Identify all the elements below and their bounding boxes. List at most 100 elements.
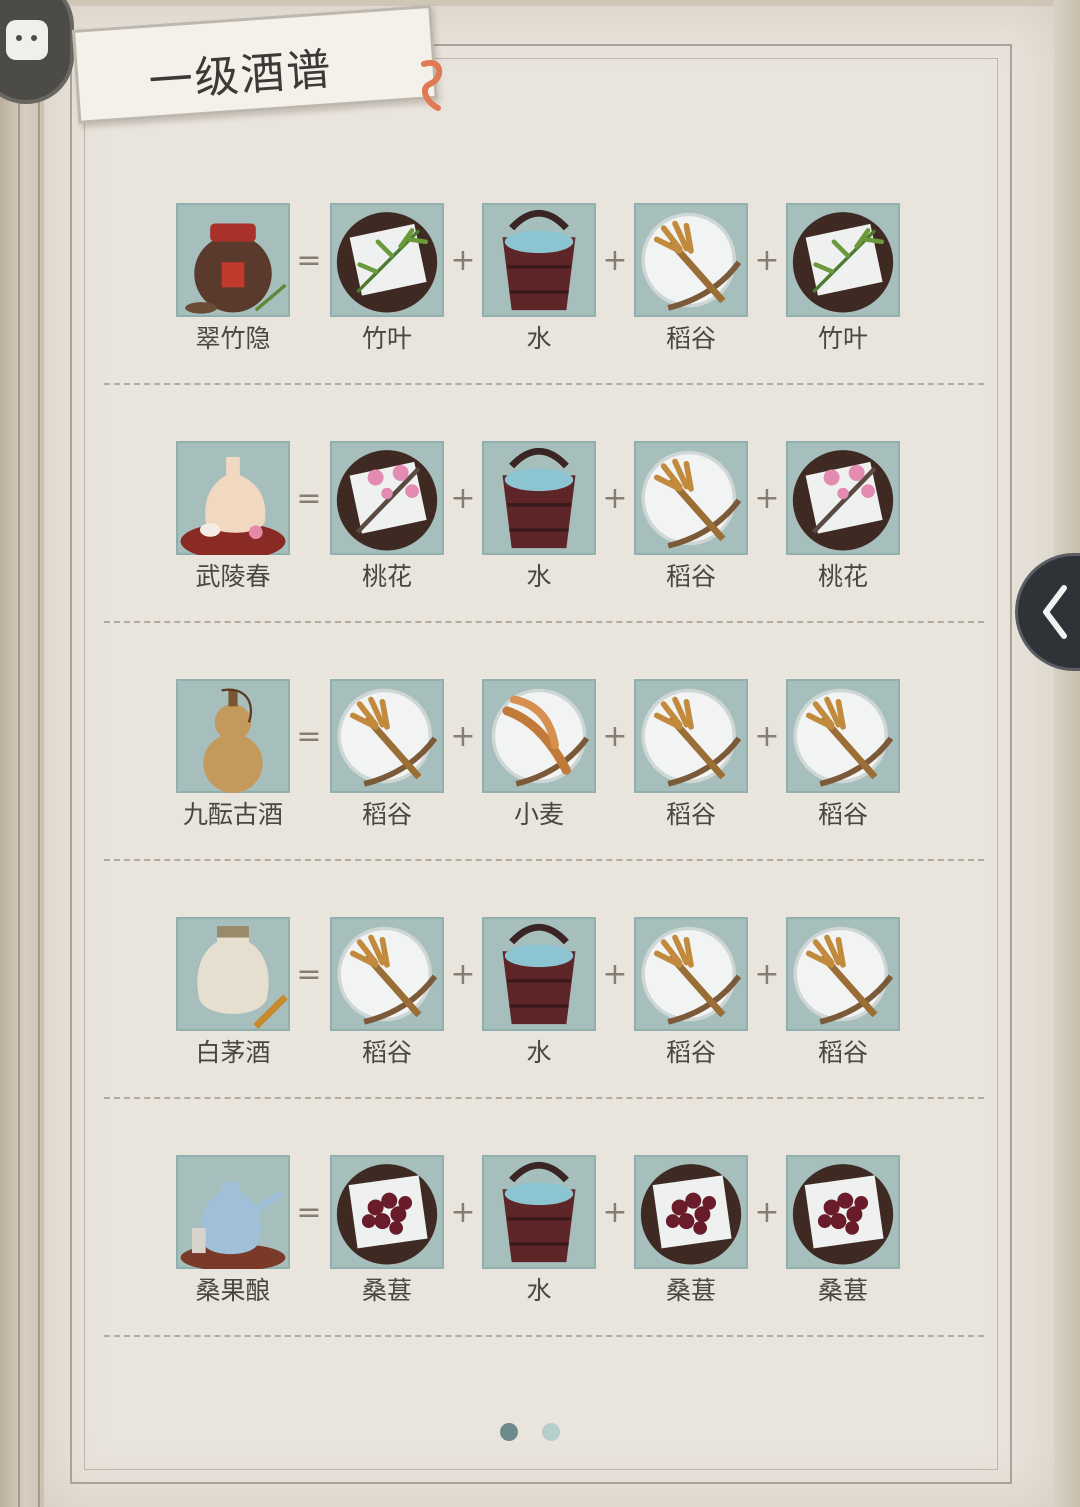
porcelain-wine-bottle-icon xyxy=(180,456,286,560)
wine-jar-icon xyxy=(185,223,287,314)
recipe-row: 九酝古酒 = 稻谷 + 小麦 + 稻谷 + 稻谷 xyxy=(0,679,1080,839)
plus-sign: + xyxy=(754,719,780,754)
ingredient-name: 稻谷 xyxy=(817,1038,868,1067)
ingredient-name: 水 xyxy=(526,1038,552,1067)
rice-grain-icon xyxy=(337,926,438,1025)
water-bucket-icon xyxy=(502,448,576,549)
recipe-result-tile[interactable] xyxy=(176,1155,290,1272)
recipe-result-tile[interactable] xyxy=(176,203,290,317)
plus-sign: + xyxy=(602,481,628,516)
plus-sign: + xyxy=(450,957,476,992)
ingredient-name: 稻谷 xyxy=(665,800,716,829)
plus-sign: + xyxy=(602,243,628,278)
ingredient-tile[interactable] xyxy=(330,1155,444,1269)
equals-sign: = xyxy=(296,243,322,278)
equals-sign: = xyxy=(296,481,322,516)
ingredient-name: 竹叶 xyxy=(361,324,412,353)
white-wine-jar-icon xyxy=(197,926,288,1029)
plus-sign: + xyxy=(602,1195,628,1230)
recipe-result-tile[interactable] xyxy=(176,679,290,793)
ribbon-bookmark-icon xyxy=(421,59,442,111)
plus-sign: + xyxy=(450,481,476,516)
ingredient-tile[interactable] xyxy=(482,441,596,555)
ingredient-tile[interactable] xyxy=(330,917,444,1031)
ingredient-name: 竹叶 xyxy=(817,324,868,353)
plus-sign: + xyxy=(754,957,780,992)
recipe-row: 白茅酒 = 稻谷 + 水 + 稻谷 + 稻谷 xyxy=(0,917,1080,1077)
ingredient-name: 水 xyxy=(526,1276,552,1305)
peach-blossom-icon xyxy=(336,450,438,551)
mulberry-icon xyxy=(336,1164,438,1265)
page-dot[interactable] xyxy=(542,1423,560,1441)
rice-grain-icon xyxy=(641,926,742,1025)
recipe-row: 桑果酿 = 桑葚 + 水 + 桑葚 + 桑葚 xyxy=(0,1155,1080,1315)
ingredient-tile[interactable] xyxy=(634,917,748,1031)
ingredient-tile[interactable] xyxy=(786,203,900,317)
ingredient-name: 桑葚 xyxy=(817,1276,868,1305)
plus-sign: + xyxy=(450,1195,476,1230)
blue-porcelain-teapot-icon xyxy=(180,1182,286,1272)
recipe-name: 白茅酒 xyxy=(195,1038,271,1067)
plus-sign: + xyxy=(602,957,628,992)
ingredient-name: 桃花 xyxy=(361,562,412,591)
ingredient-tile[interactable] xyxy=(482,679,596,793)
ingredient-name: 桑葚 xyxy=(665,1276,716,1305)
rice-grain-icon xyxy=(641,688,742,787)
bamboo-leaf-icon xyxy=(792,212,894,313)
ingredient-name: 稻谷 xyxy=(361,1038,412,1067)
ingredient-tile[interactable] xyxy=(634,441,748,555)
equals-sign: = xyxy=(296,1195,322,1230)
rice-grain-icon xyxy=(641,212,742,311)
ingredient-tile[interactable] xyxy=(634,679,748,793)
gourd-flask-icon xyxy=(203,688,263,793)
row-divider xyxy=(104,859,984,861)
ingredient-name: 稻谷 xyxy=(665,324,716,353)
ingredient-name: 水 xyxy=(526,562,552,591)
ingredient-tile[interactable] xyxy=(786,679,900,793)
plus-sign: + xyxy=(450,243,476,278)
water-bucket-icon xyxy=(502,210,576,311)
ingredient-name: 小麦 xyxy=(513,800,564,829)
row-divider xyxy=(104,383,984,385)
water-bucket-icon xyxy=(502,1162,576,1263)
water-bucket-icon xyxy=(502,924,576,1025)
plus-sign: + xyxy=(754,1195,780,1230)
ingredient-tile[interactable] xyxy=(330,679,444,793)
ingredient-tile[interactable] xyxy=(482,203,596,317)
ingredient-name: 稻谷 xyxy=(665,1038,716,1067)
recipe-name: 桑果酿 xyxy=(195,1276,271,1305)
mulberry-icon xyxy=(792,1164,894,1265)
plus-sign: + xyxy=(602,719,628,754)
row-divider xyxy=(104,621,984,623)
mulberry-icon xyxy=(640,1164,742,1265)
ingredient-tile[interactable] xyxy=(786,1155,900,1269)
ingredient-tile[interactable] xyxy=(786,917,900,1031)
ghost-face-icon xyxy=(6,20,48,60)
plus-sign: + xyxy=(450,719,476,754)
ingredient-tile[interactable] xyxy=(330,203,444,317)
ingredient-tile[interactable] xyxy=(634,1155,748,1269)
recipe-result-tile[interactable] xyxy=(176,917,290,1031)
ingredient-tile[interactable] xyxy=(482,917,596,1031)
rice-grain-icon xyxy=(793,688,894,787)
row-divider xyxy=(104,1097,984,1099)
bamboo-leaf-icon xyxy=(336,212,438,313)
ingredient-tile[interactable] xyxy=(634,203,748,317)
ingredient-name: 稻谷 xyxy=(817,800,868,829)
equals-sign: = xyxy=(296,957,322,992)
recipe-name: 九酝古酒 xyxy=(182,800,283,829)
page-dot[interactable] xyxy=(500,1423,518,1441)
recipe-name: 翠竹隐 xyxy=(195,324,271,353)
rice-grain-icon xyxy=(641,450,742,549)
ingredient-name: 桑葚 xyxy=(361,1276,412,1305)
rice-grain-icon xyxy=(337,688,438,787)
ingredient-tile[interactable] xyxy=(330,441,444,555)
ingredient-name: 稻谷 xyxy=(665,562,716,591)
ingredient-name: 桃花 xyxy=(817,562,868,591)
wheat-icon xyxy=(491,688,590,787)
ingredient-tile[interactable] xyxy=(786,441,900,555)
plus-sign: + xyxy=(754,243,780,278)
recipe-result-tile[interactable] xyxy=(176,441,290,560)
row-divider xyxy=(104,1335,984,1337)
ingredient-tile[interactable] xyxy=(482,1155,596,1269)
